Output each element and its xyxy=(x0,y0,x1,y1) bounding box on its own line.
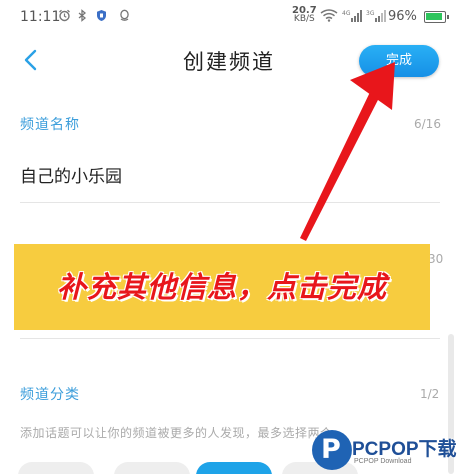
battery-percent: 96% xyxy=(388,9,417,24)
alarm-icon xyxy=(58,9,71,22)
channel-name-counter: 6/16 xyxy=(414,117,441,131)
category-chip-selected[interactable] xyxy=(196,462,272,474)
channel-category-counter: 1/2 xyxy=(420,387,440,401)
category-chip[interactable] xyxy=(114,462,190,474)
divider xyxy=(20,202,440,203)
watermark-sub: PCPOP Download xyxy=(354,458,412,465)
done-button[interactable]: 完成 xyxy=(359,45,439,77)
description-counter: 30 xyxy=(428,252,444,266)
channel-name-input[interactable]: 自己的小乐园 xyxy=(20,162,122,187)
channel-name-label: 频道名称 xyxy=(20,117,80,133)
svg-text:3G: 3G xyxy=(366,10,375,17)
signal-sim1-icon: 4G xyxy=(342,9,364,22)
signal-sim2-icon: 3G xyxy=(366,9,388,22)
watermark-brand: PCPOP下载 xyxy=(352,439,457,460)
network-speed: 20.7 KB/S xyxy=(292,5,317,24)
svg-text:4G: 4G xyxy=(342,10,351,17)
wifi-icon xyxy=(320,9,338,22)
category-tip: 添加话题可以让你的频道被更多的人发现，最多选择两个 xyxy=(20,426,333,440)
shield-icon xyxy=(95,9,108,22)
category-chip[interactable] xyxy=(18,462,94,474)
battery-icon xyxy=(424,11,449,23)
status-bar: 11:11 20.7 KB/S 4G 3G 96% xyxy=(0,0,458,34)
divider xyxy=(20,338,440,339)
bluetooth-icon xyxy=(76,9,89,22)
qq-icon xyxy=(118,9,131,22)
watermark: P PCPOP下载 PCPOP Download xyxy=(312,426,458,474)
channel-category-label: 频道分类 xyxy=(20,387,80,403)
annotation-banner: 补充其他信息，点击完成 xyxy=(14,244,430,330)
status-time: 11:11 xyxy=(20,9,61,25)
annotation-text: 补充其他信息，点击完成 xyxy=(56,270,387,304)
pcpop-logo-icon: P xyxy=(312,430,352,470)
